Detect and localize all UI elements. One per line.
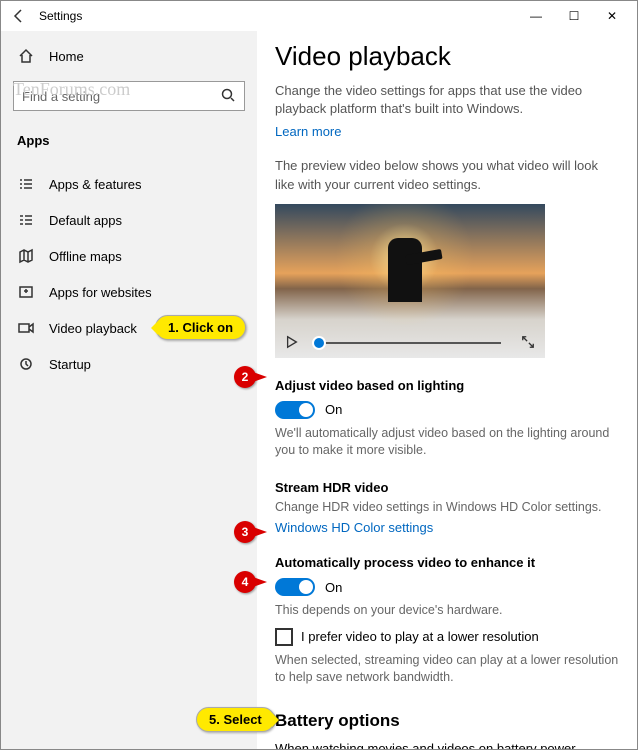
video-preview [275,204,545,358]
minimize-button[interactable]: — [517,9,555,23]
battery-heading: Battery options [275,711,619,731]
sidebar-item-label: Video playback [49,321,137,336]
video-icon [17,320,35,336]
hdr-title: Stream HDR video [275,480,619,495]
learn-more-link[interactable]: Learn more [275,124,341,139]
sidebar-section: Apps [13,133,245,148]
sidebar-item-label: Apps for websites [49,285,152,300]
maximize-button[interactable]: ☐ [555,9,593,23]
auto-enhance-state: On [325,580,342,595]
video-figure [388,238,422,302]
lowres-label: I prefer video to play at a lower resolu… [301,629,539,644]
seek-slider[interactable] [319,342,501,344]
back-button[interactable] [7,8,29,24]
list-icon [17,176,35,192]
lowres-desc: When selected, streaming video can play … [275,652,619,687]
annotation-marker-2: 2 [234,366,256,388]
map-icon [17,248,35,264]
sidebar-item-label: Apps & features [49,177,142,192]
page-intro: Change the video settings for apps that … [275,82,619,118]
adjust-lighting-title: Adjust video based on lighting [275,378,619,393]
search-placeholder: Find a setting [22,89,100,104]
sidebar-item-startup[interactable]: Startup [13,346,245,382]
annotation-1: 1. Click on [155,315,246,340]
sidebar-item-default-apps[interactable]: Default apps [13,202,245,238]
search-input[interactable]: Find a setting [13,81,245,111]
preview-caption: The preview video below shows you what v… [275,157,619,193]
nav-home-label: Home [49,49,84,64]
adjust-lighting-state: On [325,402,342,417]
adjust-lighting-toggle[interactable] [275,401,315,419]
search-icon [220,87,236,106]
close-button[interactable]: ✕ [593,9,631,23]
hdr-desc: Change HDR video settings in Windows HD … [275,499,619,517]
lowres-checkbox[interactable] [275,628,293,646]
sidebar-item-label: Default apps [49,213,122,228]
sidebar-item-label: Offline maps [49,249,122,264]
play-button[interactable] [285,335,299,352]
annotation-marker-4: 4 [234,571,256,593]
fullscreen-button[interactable] [521,335,535,352]
hdr-link[interactable]: Windows HD Color settings [275,520,433,535]
nav-home[interactable]: Home [13,39,245,73]
auto-enhance-toggle[interactable] [275,578,315,596]
titlebar: Settings — ☐ ✕ [1,1,637,31]
sidebar-item-apps-websites[interactable]: Apps for websites [13,274,245,310]
window-title: Settings [39,9,82,23]
apps-websites-icon [17,284,35,300]
auto-enhance-desc: This depends on your device's hardware. [275,602,619,620]
adjust-lighting-desc: We'll automatically adjust video based o… [275,425,619,460]
auto-enhance-title: Automatically process video to enhance i… [275,555,619,570]
sidebar: TenForums.com Home Find a setting Apps A… [1,31,257,749]
sidebar-item-apps-features[interactable]: Apps & features [13,166,245,202]
home-icon [17,48,35,64]
battery-label: When watching movies and videos on batte… [275,741,619,749]
page-title: Video playback [275,41,619,72]
main-content: Video playback Change the video settings… [257,31,637,749]
default-icon [17,212,35,228]
startup-icon [17,356,35,372]
sidebar-item-label: Startup [49,357,91,372]
annotation-5: 5. Select [196,707,275,732]
sidebar-item-offline-maps[interactable]: Offline maps [13,238,245,274]
annotation-marker-3: 3 [234,521,256,543]
